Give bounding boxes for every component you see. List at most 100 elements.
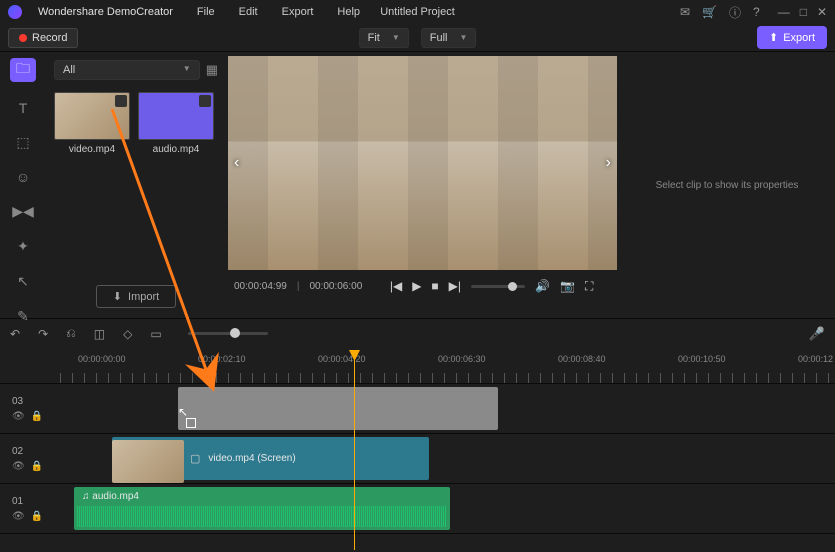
next-frame-icon[interactable]: ▶|: [449, 279, 461, 293]
grid-view-icon[interactable]: ▦: [206, 62, 218, 78]
close-icon[interactable]: ✕: [817, 5, 827, 19]
crop-icon[interactable]: ◫: [94, 327, 105, 341]
eye-icon[interactable]: 👁: [12, 511, 25, 522]
sidebar-caption-icon[interactable]: ⬚: [13, 134, 33, 151]
playhead[interactable]: [354, 350, 355, 550]
eye-icon[interactable]: 👁: [12, 411, 25, 422]
media-thumb-video[interactable]: video.mp4: [54, 92, 130, 155]
top-right-icons: ✉ 🛒 ⓘ ? — □ ✕: [680, 4, 827, 21]
timeline-toolbar: ↶ ↷ ⎌ ◫ ◇ ▭ 🎤: [0, 318, 835, 348]
media-filter-dropdown[interactable]: All▼: [54, 60, 200, 80]
sidebar-sticker-icon[interactable]: ☺: [13, 169, 33, 185]
chevron-left-icon[interactable]: ‹: [234, 154, 239, 172]
thumb-label: audio.mp4: [138, 144, 214, 155]
split-icon[interactable]: ⎌: [66, 326, 76, 341]
record-label: Record: [32, 32, 67, 44]
play-icon[interactable]: ▶: [412, 279, 421, 293]
stop-icon[interactable]: ■: [431, 279, 438, 293]
undo-icon[interactable]: ↶: [10, 327, 20, 341]
waveform: [77, 506, 447, 527]
properties-empty-text: Select clip to show its properties: [656, 180, 799, 191]
eye-icon[interactable]: 👁: [12, 461, 25, 472]
media-panel: All▼ ▦ video.mp4 audio.mp4 ⬇ Import: [46, 52, 226, 318]
main-menu: File Edit Export Help: [197, 6, 360, 18]
toolbar: Record Fit▼ Full▼ ⬆ Export: [0, 24, 835, 52]
snap-icon[interactable]: ▭: [150, 327, 161, 341]
video-badge-icon: ▢: [190, 452, 200, 465]
volume-icon[interactable]: 🔊: [535, 279, 550, 293]
sidebar-text-icon[interactable]: T: [13, 100, 33, 116]
mouse-cursor-icon: ↖: [178, 405, 188, 419]
chevron-down-icon: ▼: [459, 33, 467, 42]
sidebar-transition-icon[interactable]: ▶◀: [13, 203, 33, 220]
chevron-down-icon: ▼: [392, 33, 400, 42]
timecode-current: 00:00:04:99: [234, 281, 287, 292]
clip-placeholder[interactable]: [178, 387, 498, 430]
record-dot-icon: [19, 34, 27, 42]
app-logo-icon: [8, 5, 22, 19]
ruler-ticks: [60, 373, 835, 383]
track-head: 02 👁🔒: [0, 434, 60, 483]
cart-icon[interactable]: 🛒: [702, 5, 717, 19]
sidebar: 🗀 T ⬚ ☺ ▶◀ ✦ ↖ ✎: [0, 52, 46, 318]
help-icon[interactable]: ?: [753, 5, 760, 19]
redo-icon[interactable]: ↷: [38, 327, 48, 341]
app-name: Wondershare DemoCreator: [38, 6, 173, 18]
sidebar-annotation-icon[interactable]: ✎: [13, 308, 33, 325]
player-controls: 00:00:04:99 | 00:00:06:00 |◀ ▶ ■ ▶| 🔊 📷 …: [226, 270, 619, 302]
sidebar-cursor-icon[interactable]: ↖: [13, 273, 33, 290]
timeline-zoom-slider[interactable]: [188, 332, 268, 335]
export-button[interactable]: ⬆ Export: [757, 26, 827, 49]
lock-icon[interactable]: 🔒: [31, 461, 43, 472]
thumb-label: video.mp4: [54, 144, 130, 155]
import-icon: ⬇: [113, 290, 122, 303]
music-note-icon: ♫: [82, 491, 90, 502]
menu-help[interactable]: Help: [337, 6, 360, 18]
project-title: Untitled Project: [380, 6, 455, 18]
record-button[interactable]: Record: [8, 28, 78, 48]
prev-frame-icon[interactable]: |◀: [390, 279, 402, 293]
volume-slider[interactable]: [471, 285, 525, 288]
timecode-total: 00:00:06:00: [309, 281, 362, 292]
mail-icon[interactable]: ✉: [680, 5, 690, 19]
marker-icon[interactable]: ◇: [123, 327, 132, 341]
title-bar: Wondershare DemoCreator File Edit Export…: [0, 0, 835, 24]
drag-indicator-icon: [186, 418, 196, 428]
menu-edit[interactable]: Edit: [239, 6, 258, 18]
timeline-ruler[interactable]: 00:00:00:00 00:00:02:10 00:00:04:20 00:0…: [0, 348, 835, 384]
minimize-icon[interactable]: —: [778, 5, 790, 19]
export-label: Export: [783, 32, 815, 44]
media-thumb-audio[interactable]: audio.mp4: [138, 92, 214, 155]
clip-audio[interactable]: ♫ audio.mp4: [74, 487, 450, 530]
menu-file[interactable]: File: [197, 6, 215, 18]
clip-video[interactable]: ▢ video.mp4 (Screen): [112, 437, 429, 480]
preview-panel: ‹ › 00:00:04:99 | 00:00:06:00 |◀ ▶ ■ ▶| …: [226, 52, 619, 318]
lock-icon[interactable]: 🔒: [31, 511, 43, 522]
fit-dropdown-2[interactable]: Full▼: [421, 28, 477, 48]
properties-panel: Select clip to show its properties: [619, 52, 835, 318]
track-1: 01 👁🔒 ♫ audio.mp4: [0, 484, 835, 534]
chevron-right-icon[interactable]: ›: [606, 154, 611, 172]
sidebar-media-icon[interactable]: 🗀: [10, 58, 36, 82]
chevron-down-icon: ▼: [183, 64, 191, 76]
track-head: 03 👁🔒: [0, 384, 60, 433]
track-3: 03 👁🔒: [0, 384, 835, 434]
fit-dropdown-1[interactable]: Fit▼: [359, 28, 409, 48]
upload-icon: ⬆: [769, 31, 778, 44]
import-button[interactable]: ⬇ Import: [96, 285, 176, 308]
track-2: 02 👁🔒 ▢ video.mp4 (Screen): [0, 434, 835, 484]
track-head: 01 👁🔒: [0, 484, 60, 533]
user-icon[interactable]: ⓘ: [729, 4, 741, 21]
fullscreen-icon[interactable]: ⛶: [585, 279, 593, 294]
clip-thumbnail: [112, 440, 184, 483]
menu-export[interactable]: Export: [282, 6, 314, 18]
voiceover-icon[interactable]: 🎤: [809, 326, 825, 342]
clip-label: audio.mp4: [92, 491, 139, 502]
maximize-icon[interactable]: □: [800, 5, 807, 19]
snapshot-icon[interactable]: 📷: [560, 279, 575, 293]
preview-canvas[interactable]: ‹ ›: [228, 56, 617, 270]
clip-label: video.mp4 (Screen): [208, 453, 295, 464]
lock-icon[interactable]: 🔒: [31, 411, 43, 422]
sidebar-effects-icon[interactable]: ✦: [13, 238, 33, 255]
camera-badge-icon: [199, 95, 211, 107]
